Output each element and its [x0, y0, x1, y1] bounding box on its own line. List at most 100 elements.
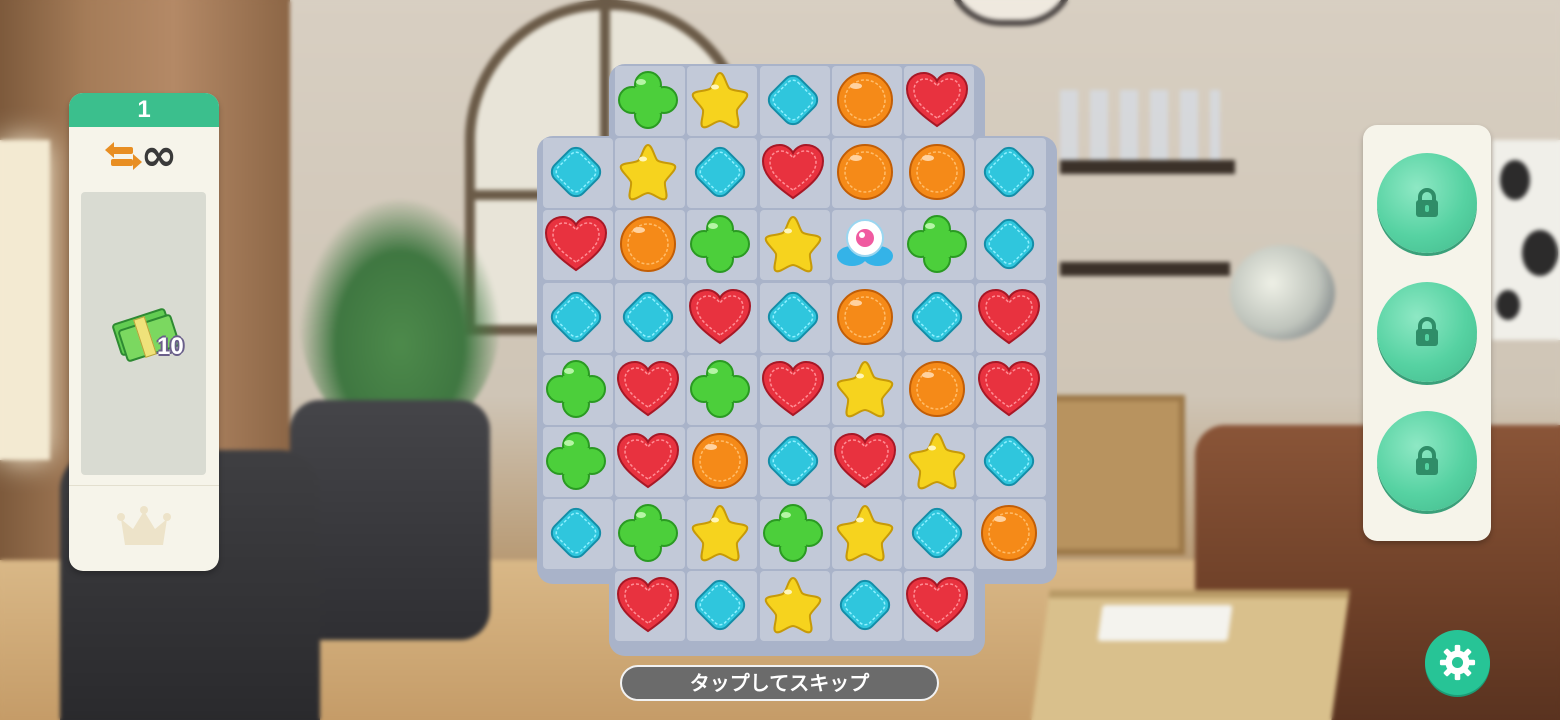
blue-diamond-icon[interactable] [904, 287, 970, 347]
board-cell[interactable] [543, 210, 613, 281]
blue-diamond-icon[interactable] [760, 431, 826, 491]
green-clover-icon[interactable] [615, 70, 681, 130]
board-cell[interactable] [615, 571, 686, 642]
board-cell[interactable] [976, 427, 1047, 497]
board-cell[interactable] [687, 499, 758, 570]
board-cell[interactable] [615, 138, 686, 209]
blue-diamond-icon[interactable] [543, 503, 609, 563]
blue-diamond-icon[interactable] [543, 142, 609, 202]
booster-slot-2[interactable] [1377, 282, 1477, 382]
board-cell[interactable] [904, 138, 974, 209]
blue-diamond-icon[interactable] [904, 503, 970, 563]
board-cell[interactable] [904, 282, 974, 353]
yellow-star-icon[interactable] [832, 359, 898, 419]
blue-diamond-icon[interactable] [760, 70, 826, 130]
blue-diamond-icon[interactable] [615, 287, 681, 347]
board-cell[interactable] [543, 499, 613, 570]
board-cell[interactable] [904, 354, 974, 425]
board-cell[interactable] [615, 427, 686, 497]
red-heart-icon[interactable] [760, 142, 826, 202]
board-cell[interactable] [904, 210, 974, 281]
red-heart-icon[interactable] [976, 287, 1042, 347]
board-cell[interactable] [687, 354, 758, 425]
board-cell[interactable] [976, 354, 1047, 425]
board-cell[interactable] [759, 427, 830, 497]
green-clover-icon[interactable] [543, 359, 609, 419]
board-cell[interactable] [831, 138, 902, 209]
board-cell[interactable] [543, 282, 613, 353]
board-cell[interactable] [687, 571, 758, 642]
yellow-star-icon[interactable] [615, 142, 681, 202]
board-cell[interactable] [687, 66, 758, 136]
blue-diamond-icon[interactable] [760, 287, 826, 347]
board-cell[interactable] [904, 427, 974, 497]
orange-circle-icon[interactable] [904, 142, 970, 202]
board-cell[interactable] [687, 138, 758, 209]
pink-bomb-icon[interactable] [832, 214, 898, 274]
orange-circle-icon[interactable] [976, 503, 1042, 563]
board-cell[interactable] [759, 499, 830, 570]
green-clover-icon[interactable] [687, 214, 753, 274]
board-cell[interactable] [831, 66, 902, 136]
board-cell[interactable] [831, 354, 902, 425]
orange-circle-icon[interactable] [832, 142, 898, 202]
orange-circle-icon[interactable] [687, 431, 753, 491]
yellow-star-icon[interactable] [687, 70, 753, 130]
red-heart-icon[interactable] [615, 359, 681, 419]
orange-circle-icon[interactable] [832, 287, 898, 347]
red-heart-icon[interactable] [904, 575, 970, 635]
board-cell[interactable] [543, 354, 613, 425]
booster-slot-1[interactable] [1377, 153, 1477, 253]
board-cell[interactable] [759, 210, 830, 281]
board-cell[interactable] [831, 282, 902, 353]
orange-circle-icon[interactable] [832, 70, 898, 130]
red-heart-icon[interactable] [615, 575, 681, 635]
board-cell[interactable] [759, 66, 830, 136]
board-cell[interactable] [615, 66, 686, 136]
board-cell[interactable] [687, 210, 758, 281]
green-clover-icon[interactable] [543, 431, 609, 491]
blue-diamond-icon[interactable] [543, 287, 609, 347]
yellow-star-icon[interactable] [832, 503, 898, 563]
blue-diamond-icon[interactable] [976, 214, 1042, 274]
settings-button[interactable] [1425, 630, 1490, 695]
red-heart-icon[interactable] [976, 359, 1042, 419]
green-clover-icon[interactable] [615, 503, 681, 563]
blue-diamond-icon[interactable] [976, 431, 1042, 491]
blue-diamond-icon[interactable] [687, 575, 753, 635]
green-clover-icon[interactable] [760, 503, 826, 563]
blue-diamond-icon[interactable] [687, 142, 753, 202]
yellow-star-icon[interactable] [687, 503, 753, 563]
green-clover-icon[interactable] [904, 214, 970, 274]
blue-diamond-icon[interactable] [832, 575, 898, 635]
board-cell[interactable] [831, 499, 902, 570]
tap-to-skip-button[interactable]: タップしてスキップ [620, 665, 939, 701]
board-cell[interactable] [615, 354, 686, 425]
board-cell[interactable] [904, 499, 974, 570]
board-cell[interactable] [615, 282, 686, 353]
board-cell[interactable] [976, 499, 1047, 570]
board-cell[interactable] [831, 571, 902, 642]
board-cell[interactable] [904, 571, 974, 642]
orange-circle-icon[interactable] [904, 359, 970, 419]
yellow-star-icon[interactable] [904, 431, 970, 491]
blue-diamond-icon[interactable] [976, 142, 1042, 202]
board-cell[interactable] [759, 138, 830, 209]
board-cell[interactable] [759, 282, 830, 353]
board-cell[interactable] [543, 138, 613, 209]
yellow-star-icon[interactable] [760, 575, 826, 635]
red-heart-icon[interactable] [904, 70, 970, 130]
board-cell[interactable] [759, 571, 830, 642]
board-cell[interactable] [976, 210, 1047, 281]
board-cell[interactable] [615, 499, 686, 570]
board-cell[interactable] [687, 282, 758, 353]
yellow-star-icon[interactable] [760, 214, 826, 274]
red-heart-icon[interactable] [615, 431, 681, 491]
green-clover-icon[interactable] [687, 359, 753, 419]
orange-circle-icon[interactable] [615, 214, 681, 274]
board-cell[interactable] [543, 427, 613, 497]
board-cell[interactable] [904, 66, 974, 136]
board-cell[interactable] [831, 427, 902, 497]
red-heart-icon[interactable] [687, 287, 753, 347]
board-cell[interactable] [687, 427, 758, 497]
